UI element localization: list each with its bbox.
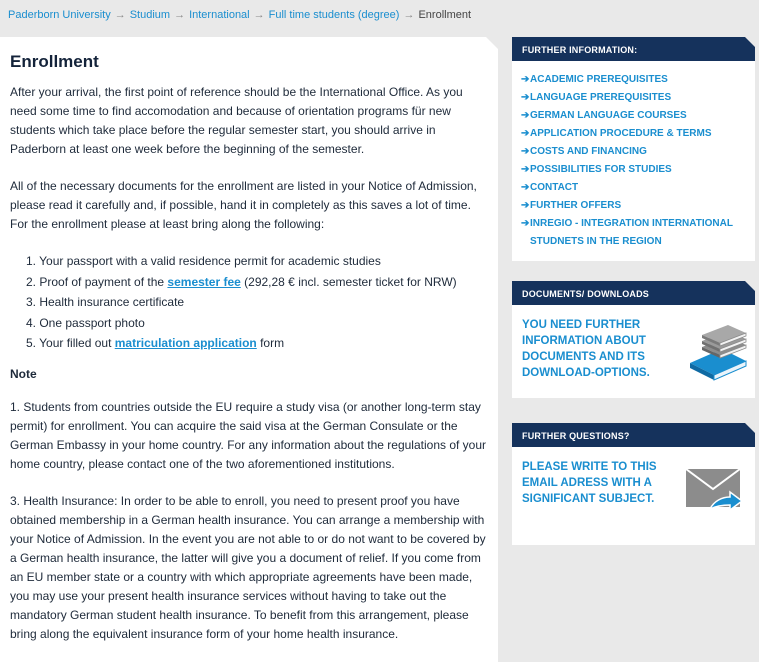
- mail-forward-icon: [685, 468, 744, 512]
- info-link-label: COSTS AND FINANCING: [530, 146, 647, 157]
- breadcrumb-separator: →: [114, 9, 126, 21]
- info-link-language[interactable]: ➔ LANGUAGE PREREQUISITES: [521, 89, 747, 107]
- header-corner: [745, 281, 755, 291]
- list-item: 2. Proof of payment of the semester fee …: [26, 273, 488, 292]
- header-corner: [745, 37, 755, 47]
- arrow-right-icon: ➔: [521, 164, 530, 175]
- breadcrumb-link-fulltime[interactable]: Full time students (degree): [269, 9, 400, 21]
- books-icon: [690, 325, 747, 381]
- info-link-courses[interactable]: ➔ GERMAN LANGUAGE COURSES: [521, 107, 747, 125]
- arrow-right-icon: ➔: [521, 182, 530, 193]
- info-link-label: APPLICATION PROCEDURE & TERMS: [530, 128, 712, 139]
- arrow-right-icon: ➔: [521, 218, 530, 229]
- further-information-box: FURTHER INFORMATION: ➔ ACADEMIC PREREQUIS…: [512, 37, 755, 261]
- intro-paragraph: After your arrival, the first point of r…: [10, 85, 463, 156]
- breadcrumb-link-university[interactable]: Paderborn University: [8, 9, 111, 21]
- arrow-right-icon: ➔: [521, 128, 530, 139]
- info-link-label: LANGUAGE PREREQUISITES: [530, 92, 672, 103]
- corner-fold: [486, 37, 498, 49]
- list-item-text: 5. Your filled out: [26, 336, 115, 350]
- questions-header: FURTHER QUESTIONS?: [512, 423, 755, 447]
- downloads-header: DOCUMENTS/ DOWNLOADS: [512, 281, 755, 305]
- arrow-right-icon: ➔: [521, 110, 530, 121]
- semester-fee-link[interactable]: semester fee: [167, 275, 240, 289]
- arrow-right-icon: ➔: [521, 146, 530, 157]
- further-information-header: FURTHER INFORMATION:: [512, 37, 755, 61]
- info-link-label: ACADEMIC PREREQUISITES: [530, 74, 668, 85]
- note-insurance-paragraph: 3. Health Insurance: In order to be able…: [10, 494, 486, 641]
- arrow-right-icon: ➔: [521, 74, 530, 85]
- documents-paragraph: All of the necessary documents for the e…: [10, 179, 477, 231]
- arrow-right-icon: ➔: [521, 92, 530, 103]
- info-link-label: INREGIO - INTEGRATION INTERNATIONAL STUD…: [530, 218, 733, 247]
- questions-text[interactable]: PLEASE WRITE TO THIS EMAIL ADRESS WITH A…: [522, 459, 672, 507]
- breadcrumb-link-studium[interactable]: Studium: [130, 9, 170, 21]
- breadcrumb-separator: →: [174, 9, 186, 21]
- questions-title: FURTHER QUESTIONS?: [522, 431, 630, 441]
- list-item: 1. Your passport with a valid residence …: [26, 254, 381, 268]
- info-link-label: FURTHER OFFERS: [530, 200, 622, 211]
- downloads-title: DOCUMENTS/ DOWNLOADS: [522, 289, 649, 299]
- questions-box[interactable]: FURTHER QUESTIONS? PLEASE WRITE TO THIS …: [512, 423, 755, 545]
- list-item: 3. Health insurance certificate: [26, 295, 185, 309]
- info-link-inregio[interactable]: ➔ INREGIO - INTEGRATION INTERNATIONAL STU…: [521, 215, 747, 251]
- header-corner: [745, 423, 755, 433]
- breadcrumb-current: Enrollment: [418, 9, 472, 21]
- downloads-body: YOU NEED FURTHER INFORMATION ABOUT DOCUM…: [512, 305, 755, 381]
- arrow-right-icon: ➔: [521, 200, 530, 211]
- breadcrumb-separator: →: [403, 9, 415, 21]
- breadcrumb-link-international[interactable]: International: [189, 9, 250, 21]
- info-link-contact[interactable]: ➔ CONTACT: [521, 179, 747, 197]
- info-link-costs[interactable]: ➔ COSTS AND FINANCING: [521, 143, 747, 161]
- breadcrumb: Paderborn University → Studium → Internation…: [0, 0, 759, 32]
- list-item: 4. One passport photo: [26, 315, 145, 330]
- info-link-label: POSSIBILITIES FOR STUDIES: [530, 164, 672, 175]
- note-heading: Note: [10, 367, 37, 381]
- main-content: Enrollment After your arrival, the first…: [0, 37, 498, 662]
- info-link-academic[interactable]: ➔ ACADEMIC PREREQUISITES: [521, 71, 747, 89]
- info-link-label: GERMAN LANGUAGE COURSES: [530, 110, 687, 121]
- list-item-text: (292,28 € incl. semester ticket for NRW): [240, 274, 457, 289]
- questions-body: PLEASE WRITE TO THIS EMAIL ADRESS WITH A…: [512, 447, 755, 512]
- list-item: 5. Your filled out matriculation applica…: [26, 334, 488, 353]
- info-link-label: CONTACT: [530, 182, 579, 193]
- downloads-text[interactable]: YOU NEED FURTHER INFORMATION ABOUT DOCUM…: [522, 317, 672, 381]
- info-link-application[interactable]: ➔ APPLICATION PROCEDURE & TERMS: [521, 125, 747, 143]
- info-link-offers[interactable]: ➔ FURTHER OFFERS: [521, 197, 747, 215]
- list-item-text: 2. Proof of payment of the: [26, 274, 168, 289]
- list-item-text: form: [256, 336, 285, 350]
- further-information-list: ➔ ACADEMIC PREREQUISITES ➔ LANGUAGE PREREQ…: [512, 61, 755, 259]
- further-information-title: FURTHER INFORMATION:: [522, 45, 638, 55]
- downloads-box[interactable]: DOCUMENTS/ DOWNLOADS YOU NEED FURTHER IN…: [512, 281, 755, 398]
- info-link-possibilities[interactable]: ➔ POSSIBILITIES FOR STUDIES: [521, 161, 747, 179]
- note-visa-paragraph: 1. Students from countries outside the E…: [10, 400, 487, 471]
- breadcrumb-separator: →: [253, 9, 265, 21]
- page-title: Enrollment: [10, 52, 99, 71]
- required-documents-list: 1. Your passport with a valid residence …: [10, 252, 488, 353]
- matriculation-application-link[interactable]: matriculation application: [115, 336, 257, 350]
